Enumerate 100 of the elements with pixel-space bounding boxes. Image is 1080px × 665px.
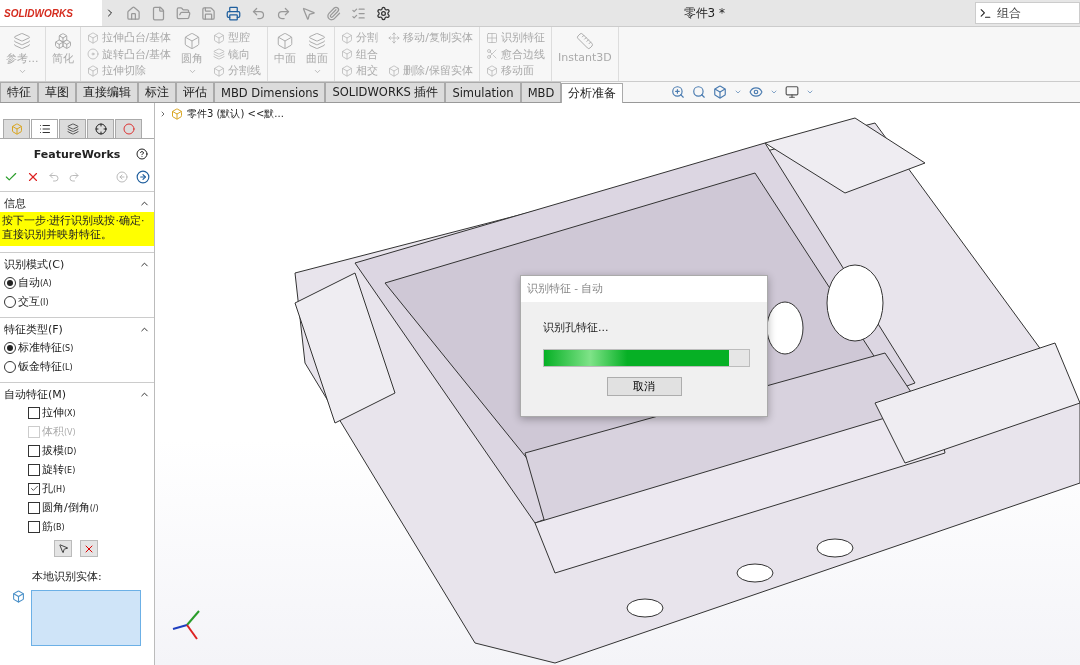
cube-icon: [171, 108, 183, 120]
settings-icon[interactable]: [376, 5, 391, 21]
caret-icon: [312, 67, 322, 76]
radio-button[interactable]: [4, 295, 16, 308]
ribbon-tab[interactable]: 草图: [38, 82, 76, 102]
radio-button[interactable]: [4, 276, 16, 289]
list-icon[interactable]: [351, 5, 366, 21]
cube-icon: [485, 64, 498, 77]
option-label: 筋(B): [42, 519, 65, 534]
checkbox[interactable]: [28, 482, 40, 495]
cube-icon: [10, 123, 23, 135]
cube-icon: [86, 31, 99, 44]
cube-icon: [12, 590, 25, 603]
checkbox[interactable]: [28, 406, 40, 419]
ribbon-tab[interactable]: MBD: [520, 82, 562, 102]
pointer-button[interactable]: [54, 540, 72, 557]
search-field[interactable]: 组合: [975, 2, 1080, 24]
cube-icon[interactable]: [713, 85, 728, 99]
app-logo: SOLIDWORKS: [0, 0, 102, 26]
checkbox[interactable]: [28, 444, 40, 457]
crosshair-icon: [94, 123, 107, 135]
ribbon-tab[interactable]: 评估: [176, 82, 214, 102]
field-label: 本地识别实体:: [31, 569, 103, 585]
section-title: 自动特征(M): [4, 386, 67, 402]
cube-icon: [388, 64, 401, 77]
ok-icon[interactable]: [4, 170, 18, 184]
option-label: 自动(A): [18, 275, 52, 290]
caret-icon: [17, 67, 27, 76]
move-icon: [388, 31, 401, 44]
terminal-icon: [979, 6, 992, 20]
cube-icon: [341, 64, 354, 77]
option-label: 钣金特征(L): [18, 359, 73, 374]
circle-icon: [122, 123, 135, 135]
ribbon-tab[interactable]: MBD Dimensions: [214, 82, 326, 102]
option-label: 拔模(D): [42, 443, 77, 458]
next-icon[interactable]: [136, 170, 150, 184]
option-label: 旋转(E): [42, 462, 76, 477]
ruler-icon: [575, 32, 594, 50]
tree-item[interactable]: 零件3 (默认) <<默...: [187, 107, 284, 121]
ribbon-tab[interactable]: 特征: [0, 82, 38, 102]
caret-icon[interactable]: [734, 88, 743, 96]
pointer-icon: [57, 543, 69, 554]
panel-tab[interactable]: [87, 119, 114, 138]
cube-icon: [213, 64, 226, 77]
panel-tab[interactable]: [31, 119, 58, 138]
option-label: 拉伸(X): [42, 405, 76, 420]
home-icon[interactable]: [126, 5, 141, 21]
ribbon-tab[interactable]: Simulation: [445, 82, 521, 102]
undo-icon[interactable]: [251, 5, 266, 21]
section-title: 信息: [4, 195, 26, 211]
layers-icon: [308, 32, 327, 50]
option-label: 交互(I): [18, 294, 49, 309]
cancel-icon[interactable]: [26, 170, 40, 184]
printer-icon[interactable]: [226, 5, 241, 21]
option-label: 体积(V): [42, 424, 76, 439]
zoom-icon[interactable]: [671, 85, 686, 99]
ribbon-tab[interactable]: SOLIDWORKS 插件: [325, 82, 446, 102]
layers-icon: [213, 48, 226, 60]
pointer-icon[interactable]: [301, 5, 316, 21]
grid-icon: [485, 31, 498, 44]
ribbon-tab[interactable]: 直接编辑: [76, 82, 138, 102]
search-icon[interactable]: [692, 85, 707, 99]
save-icon[interactable]: [201, 5, 216, 21]
checkbox[interactable]: [28, 520, 40, 533]
ribbon-tab[interactable]: 分析准备: [561, 83, 624, 103]
dialog-message: 识别孔特征...: [542, 320, 610, 335]
checkbox[interactable]: [28, 463, 40, 476]
info-message: 按下一步·进行识别或按·确定·直接识别并映射特征。: [0, 212, 154, 246]
check-icon: [29, 484, 39, 493]
caret-icon: [187, 67, 197, 76]
cancel-button[interactable]: 取消: [606, 377, 682, 396]
radio-button[interactable]: [4, 360, 16, 373]
layers-icon: [13, 32, 32, 50]
eye-icon[interactable]: [749, 85, 764, 99]
clear-button[interactable]: [80, 540, 98, 557]
cube-icon: [341, 48, 354, 60]
boxes-icon: [53, 32, 72, 50]
dialog-title: 识别特征 - 自动: [521, 276, 767, 302]
option-label: 圆角/倒角(/): [42, 500, 99, 515]
section-title: 特征类型(F): [4, 321, 63, 337]
monitor-icon[interactable]: [785, 85, 800, 99]
radio-button[interactable]: [4, 341, 16, 354]
cube-icon: [276, 32, 295, 50]
paperclip-icon[interactable]: [326, 5, 341, 21]
panel-title: FeatureWorks: [33, 147, 121, 161]
section-title: 识别模式(C): [4, 256, 65, 272]
checkbox[interactable]: [28, 501, 40, 514]
help-icon[interactable]: [136, 148, 148, 160]
caret-icon[interactable]: [770, 88, 779, 96]
open-folder-icon[interactable]: [176, 5, 191, 21]
cube-icon: [183, 32, 202, 50]
new-file-icon[interactable]: [151, 5, 166, 21]
cube-icon: [86, 64, 99, 77]
redo-icon[interactable]: [276, 5, 291, 21]
expand-icon[interactable]: [159, 110, 167, 118]
cube-icon: [213, 31, 226, 44]
ribbon-tab[interactable]: 标注: [138, 82, 176, 102]
window-title: 零件3 *: [683, 4, 725, 22]
caret-icon[interactable]: [806, 88, 815, 96]
list-icon: [38, 123, 51, 135]
